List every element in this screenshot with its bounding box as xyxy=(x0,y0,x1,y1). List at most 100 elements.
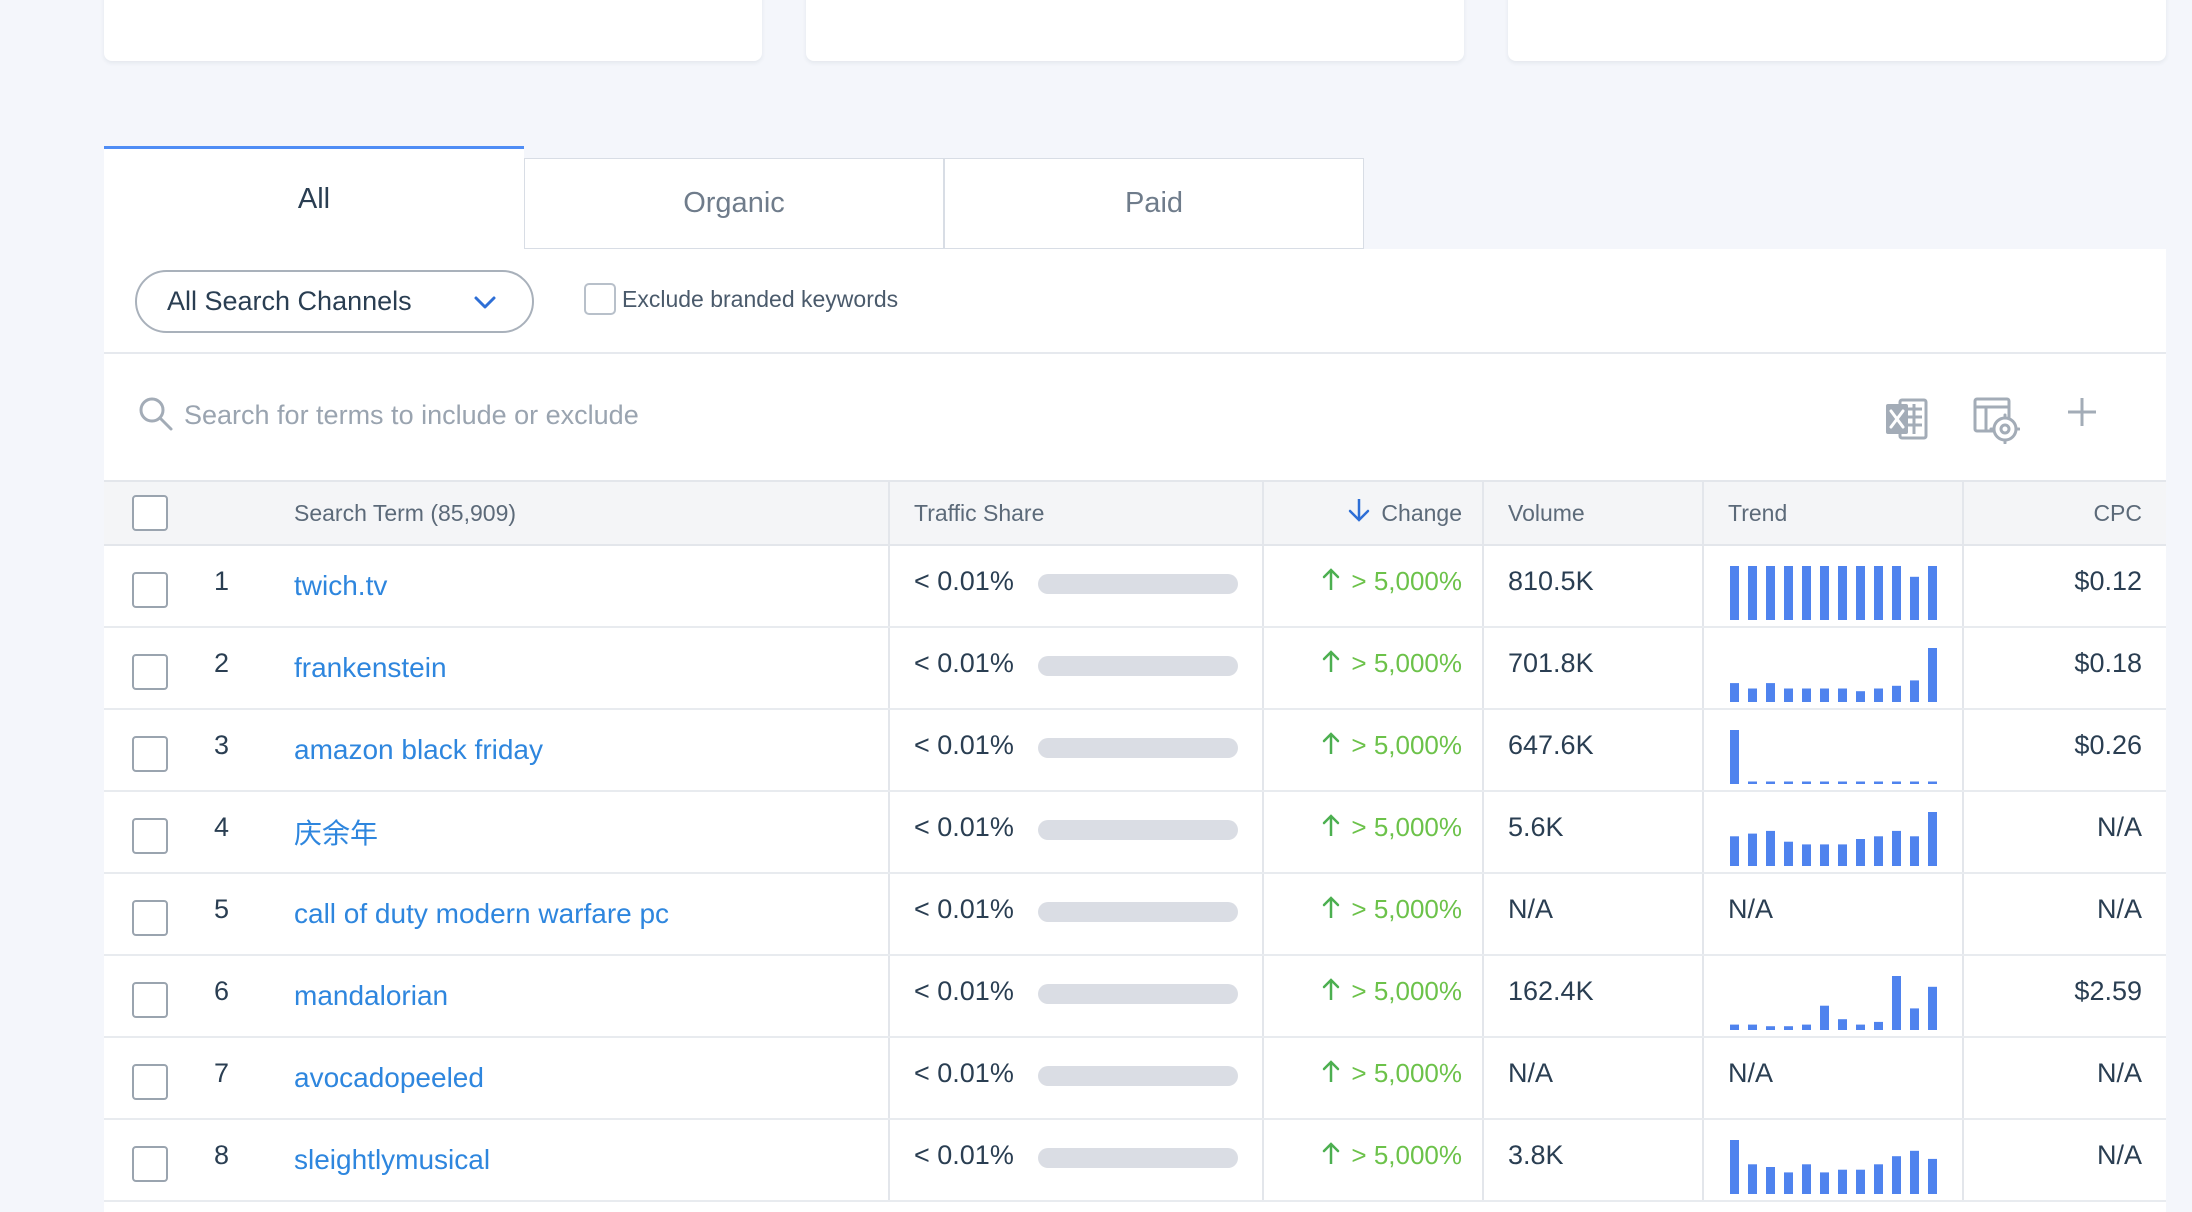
search-term-link[interactable]: sleightlymusical xyxy=(294,1144,490,1176)
change-value: > 5,000% xyxy=(1351,812,1462,842)
search-channel-dropdown[interactable]: All Search Channels xyxy=(135,270,534,333)
trend-bar xyxy=(1874,688,1883,702)
excel-export-icon[interactable] xyxy=(1884,396,1930,447)
table-body: 1 twich.tv < 0.01% > 5,000% 810.5K $0.12… xyxy=(104,546,2166,1202)
volume-value: 701.8K xyxy=(1508,648,1594,678)
row-checkbox[interactable] xyxy=(132,900,168,936)
traffic-share-value: < 0.01% xyxy=(914,566,1014,596)
trend-bar xyxy=(1730,730,1739,784)
traffic-share-bar xyxy=(1037,738,1238,758)
column-settings-icon[interactable] xyxy=(1972,396,2021,449)
change-value: > 5,000% xyxy=(1351,1058,1462,1088)
row-checkbox[interactable] xyxy=(132,572,168,608)
chevron-down-icon xyxy=(472,290,498,323)
traffic-share-value: < 0.01% xyxy=(914,1058,1014,1088)
trend-bar xyxy=(1784,1172,1793,1194)
trend-bar xyxy=(1874,836,1883,866)
row-rank: 3 xyxy=(214,730,230,760)
keywords-panel: All Search Channels Exclude branded keyw… xyxy=(104,249,2166,1212)
trend-bar xyxy=(1766,830,1775,866)
tab-all[interactable]: All xyxy=(104,146,524,249)
search-term-link[interactable]: mandalorian xyxy=(294,980,448,1012)
exclude-branded-toggle[interactable]: Exclude branded keywords xyxy=(584,283,898,315)
row-checkbox[interactable] xyxy=(132,736,168,772)
col-traffic-share[interactable]: Traffic Share xyxy=(914,500,1044,527)
change-value: > 5,000% xyxy=(1351,976,1462,1006)
traffic-share-value: < 0.01% xyxy=(914,730,1014,760)
trend-bar xyxy=(1730,836,1739,866)
trend-bar xyxy=(1910,1008,1919,1030)
arrow-up-icon xyxy=(1321,812,1341,845)
traffic-share-value: < 0.01% xyxy=(914,812,1014,842)
trend-sparkline xyxy=(1730,730,1937,784)
trend-bar xyxy=(1784,841,1793,866)
arrow-up-icon xyxy=(1321,894,1341,927)
trend-bar xyxy=(1856,781,1865,784)
trend-bar xyxy=(1838,688,1847,702)
row-checkbox[interactable] xyxy=(132,654,168,690)
trend-bar xyxy=(1748,566,1757,620)
row-checkbox[interactable] xyxy=(132,982,168,1018)
select-all-checkbox[interactable] xyxy=(132,495,168,531)
col-change[interactable]: Change xyxy=(1347,482,1462,544)
trend-bar xyxy=(1748,833,1757,866)
change-value: > 5,000% xyxy=(1351,894,1462,924)
search-term-link[interactable]: call of duty modern warfare pc xyxy=(294,898,669,930)
trend-bar xyxy=(1748,1024,1757,1030)
row-checkbox[interactable] xyxy=(132,1064,168,1100)
cpc-value: N/A xyxy=(2096,812,2142,842)
exclude-branded-checkbox[interactable] xyxy=(584,283,616,315)
trend-bar xyxy=(1766,781,1775,784)
search-row xyxy=(104,356,2166,480)
trend-bar xyxy=(1856,1024,1865,1030)
trend-bar xyxy=(1892,830,1901,866)
trend-cell xyxy=(1728,792,1938,872)
trend-cell xyxy=(1728,628,1938,708)
search-input[interactable] xyxy=(184,390,1084,440)
traffic-share-bar xyxy=(1037,574,1238,594)
volume-value: 810.5K xyxy=(1508,566,1594,596)
trend-bar xyxy=(1820,781,1829,784)
search-term-link[interactable]: avocadopeeled xyxy=(294,1062,484,1094)
trend-bar xyxy=(1838,844,1847,866)
add-icon[interactable] xyxy=(2064,394,2100,435)
trend-bar xyxy=(1892,685,1901,702)
trend-bar xyxy=(1874,566,1883,620)
col-search-term[interactable]: Search Term (85,909) xyxy=(294,500,516,527)
trend-bar xyxy=(1820,566,1829,620)
search-channel-dropdown-label: All Search Channels xyxy=(167,286,412,316)
search-term-link[interactable]: twich.tv xyxy=(294,570,387,602)
arrow-up-icon xyxy=(1321,648,1341,681)
trend-bar xyxy=(1802,1024,1811,1030)
row-rank: 7 xyxy=(214,1058,230,1088)
search-term-link[interactable]: 庆余年 xyxy=(294,812,378,852)
trend-na: N/A xyxy=(1728,894,1774,924)
col-cpc[interactable]: CPC xyxy=(2093,500,2142,527)
col-volume[interactable]: Volume xyxy=(1508,500,1585,527)
trend-sparkline xyxy=(1730,976,1937,1030)
traffic-share-value: < 0.01% xyxy=(914,894,1014,924)
trend-bar xyxy=(1748,1164,1757,1194)
cpc-value: $2.59 xyxy=(2074,976,2142,1006)
trend-bar xyxy=(1856,839,1865,866)
trend-bar xyxy=(1820,688,1829,702)
trend-bar xyxy=(1748,688,1757,702)
col-trend: Trend xyxy=(1728,499,1788,526)
search-term-link[interactable]: frankenstein xyxy=(294,652,447,684)
arrow-up-icon xyxy=(1321,1140,1341,1173)
table-row: 6 mandalorian < 0.01% > 5,000% 162.4K $2… xyxy=(104,956,2166,1038)
row-checkbox[interactable] xyxy=(132,1146,168,1182)
search-term-link[interactable]: amazon black friday xyxy=(294,734,543,766)
summary-card-3 xyxy=(1508,0,2166,61)
row-rank: 8 xyxy=(214,1140,230,1170)
arrow-up-icon xyxy=(1321,566,1341,599)
trend-cell: N/A xyxy=(1728,1038,1773,1118)
trend-bar xyxy=(1910,836,1919,866)
row-checkbox[interactable] xyxy=(132,818,168,854)
row-rank: 4 xyxy=(214,812,230,842)
tab-organic[interactable]: Organic xyxy=(524,158,944,249)
trend-bar xyxy=(1910,680,1919,702)
trend-bar xyxy=(1820,1005,1829,1030)
tab-paid[interactable]: Paid xyxy=(944,158,1364,249)
volume-value: N/A xyxy=(1508,1058,1554,1088)
